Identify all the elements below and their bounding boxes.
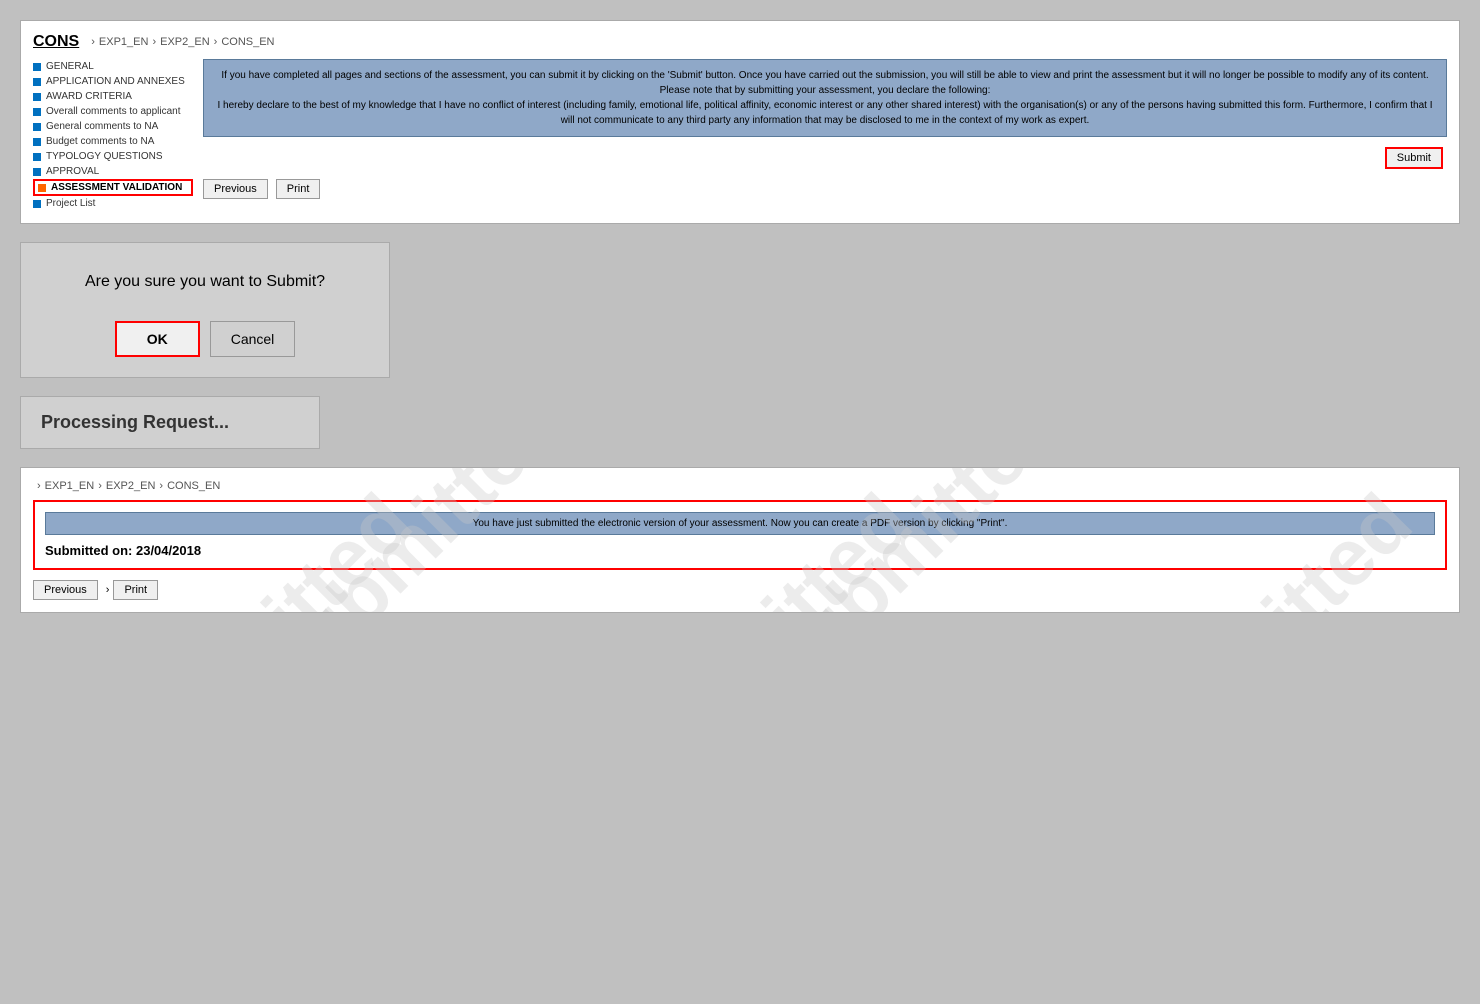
submitted-info-bar: You have just submitted the electronic v…	[45, 512, 1435, 535]
dot-general	[33, 63, 41, 71]
sidebar-item-typology[interactable]: TYPOLOGY QUESTIONS	[33, 149, 193, 164]
submit-button[interactable]: Submit	[1385, 147, 1443, 169]
breadcrumb-exp1: EXP1_EN	[99, 36, 149, 48]
app-logo: CONS	[33, 33, 79, 51]
dialog-buttons: OK Cancel	[41, 321, 369, 357]
sidebar-item-approval[interactable]: APPROVAL	[33, 164, 193, 179]
submitted-panel: submitted submitted submitted submitted …	[20, 467, 1460, 613]
breadcrumb-submitted: › EXP1_EN › EXP2_EN › CONS_EN	[33, 480, 1447, 492]
breadcrumb-sub-arrow1: ›	[37, 480, 41, 492]
sidebar-item-budget[interactable]: Budget comments to NA	[33, 134, 193, 149]
action-buttons: Previous Print	[203, 179, 1447, 199]
info-box: If you have completed all pages and sect…	[203, 59, 1447, 137]
breadcrumb-sub-exp2: EXP2_EN	[106, 480, 156, 492]
confirmation-dialog: Are you sure you want to Submit? OK Canc…	[20, 242, 390, 378]
sidebar-item-general[interactable]: GENERAL	[33, 59, 193, 74]
sidebar-item-overall[interactable]: Overall comments to applicant	[33, 104, 193, 119]
dot-validation	[38, 184, 46, 192]
submitted-on: Submitted on: 23/04/2018	[45, 543, 1435, 558]
dot-overall	[33, 108, 41, 116]
sidebar-item-general-na[interactable]: General comments to NA	[33, 119, 193, 134]
breadcrumb-sub-arrow3: ›	[159, 480, 163, 492]
previous-button-submitted[interactable]: Previous	[33, 580, 98, 600]
separator: ›	[106, 584, 110, 596]
previous-button[interactable]: Previous	[203, 179, 268, 199]
sidebar-item-application[interactable]: APPLICATION AND ANNEXES	[33, 74, 193, 89]
print-button-submitted[interactable]: Print	[113, 580, 158, 600]
main-content: If you have completed all pages and sect…	[203, 59, 1447, 211]
sidebar-item-validation[interactable]: ASSESSMENT VALIDATION	[33, 179, 193, 196]
breadcrumb-cons: CONS_EN	[221, 36, 274, 48]
cancel-button[interactable]: Cancel	[210, 321, 296, 357]
submitted-box: You have just submitted the electronic v…	[33, 500, 1447, 570]
processing-text: Processing Request...	[41, 412, 299, 433]
dot-budget	[33, 138, 41, 146]
breadcrumb-arrow1: ›	[91, 36, 95, 48]
sidebar-item-project-list[interactable]: Project List	[33, 196, 193, 211]
dialog-title: Are you sure you want to Submit?	[41, 273, 369, 291]
sidebar: GENERAL APPLICATION AND ANNEXES AWARD CR…	[33, 59, 193, 211]
sidebar-item-award[interactable]: AWARD CRITERIA	[33, 89, 193, 104]
breadcrumb-sub-exp1: EXP1_EN	[45, 480, 95, 492]
dot-approval	[33, 168, 41, 176]
submit-btn-area: Submit	[203, 147, 1447, 169]
breadcrumb-exp2: EXP2_EN	[160, 36, 210, 48]
breadcrumb-sub-cons: CONS_EN	[167, 480, 220, 492]
dot-project-list	[33, 200, 41, 208]
processing-panel: Processing Request...	[20, 396, 320, 449]
print-button[interactable]: Print	[276, 179, 321, 199]
breadcrumb: CONS › EXP1_EN › EXP2_EN › CONS_EN	[33, 33, 1447, 51]
dot-typology	[33, 153, 41, 161]
dot-application	[33, 78, 41, 86]
ok-button[interactable]: OK	[115, 321, 200, 357]
content-area: GENERAL APPLICATION AND ANNEXES AWARD CR…	[33, 59, 1447, 211]
dot-general-na	[33, 123, 41, 131]
main-panel: CONS › EXP1_EN › EXP2_EN › CONS_EN GENER…	[20, 20, 1460, 224]
breadcrumb-arrow2: ›	[152, 36, 156, 48]
breadcrumb-arrow3: ›	[214, 36, 218, 48]
dot-award	[33, 93, 41, 101]
bottom-buttons: Previous › Print	[33, 580, 1447, 600]
breadcrumb-sub-arrow2: ›	[98, 480, 102, 492]
